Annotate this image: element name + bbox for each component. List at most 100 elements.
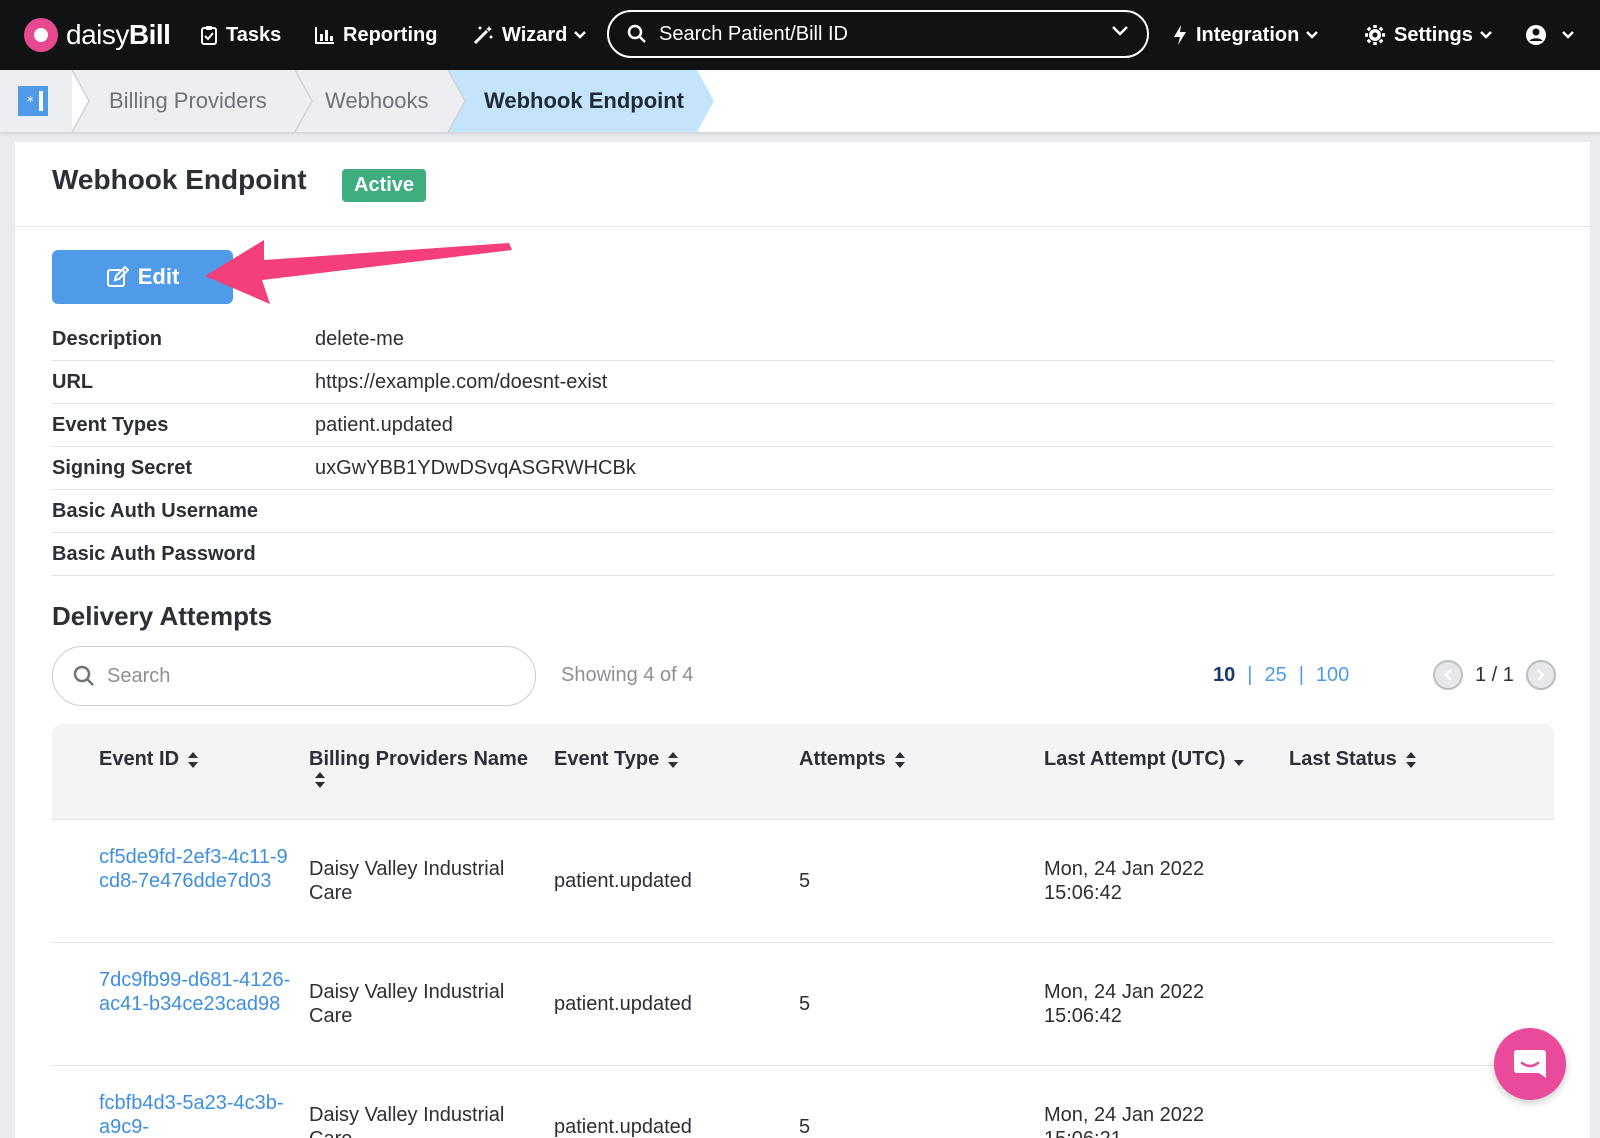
- nav-tasks-label: Tasks: [226, 23, 282, 46]
- showing-count: Showing 4 of 4: [561, 664, 694, 686]
- chevron-down-icon[interactable]: [1111, 25, 1129, 37]
- detail-row-signing-secret: Signing Secret uxGwYBB1YDwDSvqASGRWHCBk: [52, 447, 1554, 490]
- edit-button[interactable]: Edit: [52, 250, 233, 304]
- column-event-type[interactable]: Event Type: [554, 747, 679, 771]
- nav-tasks[interactable]: Tasks: [200, 0, 281, 70]
- nav-settings-label: Settings: [1394, 23, 1473, 46]
- chat-launcher-button[interactable]: [1494, 1028, 1566, 1100]
- user-menu[interactable]: [1525, 0, 1583, 70]
- event-type: patient.updated: [554, 993, 692, 1015]
- logo-suffix: Bill: [128, 19, 171, 50]
- table-row[interactable]: cf5de9fd-2ef3-4c11-9cd8-7e476dde7d03 Dai…: [52, 820, 1554, 943]
- delivery-search[interactable]: [52, 646, 536, 706]
- column-billing-providers-name[interactable]: Billing Providers Name: [309, 747, 539, 795]
- detail-label: Basic Auth Password: [52, 542, 256, 565]
- sort-icon: [188, 751, 199, 768]
- nav-reporting[interactable]: Reporting: [315, 0, 437, 70]
- magic-wand-icon: [473, 26, 493, 45]
- last-attempt: Mon, 24 Jan 2022 15:06:42: [1044, 858, 1205, 904]
- status-badge: Active: [342, 169, 427, 202]
- chevron-right-icon: [1537, 669, 1545, 681]
- detail-label: Description: [52, 327, 163, 350]
- detail-label: Event Types: [52, 413, 169, 436]
- gear-icon: [1365, 25, 1385, 45]
- search-icon: [627, 24, 646, 43]
- page-info: 1 / 1: [1475, 663, 1514, 686]
- column-label: Event ID: [99, 748, 180, 770]
- column-label: Billing Providers Name: [309, 748, 528, 770]
- column-last-status[interactable]: Last Status: [1289, 747, 1417, 771]
- breadcrumb-webhooks[interactable]: Webhooks: [325, 70, 429, 132]
- sort-icon: [1405, 751, 1416, 768]
- clipboard-check-icon: [201, 26, 217, 45]
- chevron-left-icon: [1444, 669, 1452, 681]
- column-label: Event Type: [554, 748, 660, 770]
- detail-value: patient.updated: [315, 413, 453, 436]
- detail-row-basic-auth-password: Basic Auth Password: [52, 533, 1554, 576]
- detail-label: URL: [52, 370, 94, 393]
- attempts: 5: [799, 993, 811, 1015]
- bar-chart-icon: [315, 27, 334, 44]
- logo-prefix: daisy: [66, 19, 129, 50]
- pagination: 1 / 1: [1433, 660, 1556, 690]
- detail-value: delete-me: [315, 327, 404, 350]
- patient-bill-search[interactable]: Search Patient/Bill ID: [607, 10, 1149, 58]
- attempts: 5: [799, 870, 811, 892]
- breadcrumb-billing-providers[interactable]: Billing Providers: [109, 70, 267, 132]
- header-divider: [15, 226, 1590, 227]
- user-circle-icon: [1526, 25, 1546, 45]
- delivery-search-input[interactable]: [107, 664, 487, 688]
- prev-page-button[interactable]: [1433, 660, 1463, 690]
- provider-name: Daisy Valley Industrial Care: [309, 1104, 505, 1138]
- detail-label: Basic Auth Username: [52, 499, 258, 522]
- page-size-100[interactable]: 100: [1316, 664, 1349, 687]
- search-icon: [73, 665, 94, 686]
- column-last-attempt[interactable]: Last Attempt (UTC): [1044, 747, 1245, 771]
- table-header: Event ID Billing Providers Name Event Ty…: [52, 724, 1554, 820]
- edit-button-label: Edit: [137, 264, 180, 289]
- column-label: Attempts: [799, 748, 886, 770]
- column-label: Last Status: [1289, 748, 1397, 770]
- daisybill-logo[interactable]: daisyBill: [24, 0, 171, 70]
- table-row[interactable]: 7dc9fb99-d681-4126-ac41-b34ce23cad98 Dai…: [52, 943, 1554, 1066]
- chevron-down-icon: [574, 31, 587, 39]
- delivery-attempts-title: Delivery Attempts: [52, 601, 273, 631]
- nav-reporting-label: Reporting: [343, 23, 438, 46]
- edit-icon: [106, 266, 130, 287]
- column-event-id[interactable]: Event ID: [99, 747, 199, 771]
- sort-icon: [894, 751, 905, 768]
- page-title: Webhook Endpoint: [52, 164, 307, 195]
- patient-bill-search-placeholder: Search Patient/Bill ID: [659, 22, 848, 45]
- chevron-down-icon: [1562, 31, 1574, 39]
- nav-settings[interactable]: Settings: [1364, 0, 1501, 70]
- page-size-10[interactable]: 10: [1213, 664, 1235, 687]
- provider-name: Daisy Valley Industrial Care: [309, 981, 505, 1027]
- sort-icon: [315, 772, 325, 788]
- detail-row-url: URL https://example.com/doesnt-exist: [52, 361, 1554, 404]
- event-type: patient.updated: [554, 870, 692, 892]
- nav-integration-label: Integration: [1196, 23, 1300, 46]
- page-size-25[interactable]: 25: [1264, 664, 1286, 687]
- delivery-attempts-table: Event ID Billing Providers Name Event Ty…: [52, 724, 1554, 1138]
- nav-integration[interactable]: Integration: [1172, 0, 1327, 70]
- top-nav: daisyBill Tasks Reporting Wizard Search …: [0, 0, 1600, 70]
- last-attempt: Mon, 24 Jan 2022 15:06:21: [1044, 1104, 1205, 1138]
- nav-wizard-label: Wizard: [502, 23, 568, 46]
- event-id-link[interactable]: 7dc9fb99-d681-4126-ac41-b34ce23cad98: [99, 968, 294, 1016]
- detail-row-basic-auth-username: Basic Auth Username: [52, 490, 1554, 533]
- event-id-link[interactable]: fcbfb4d3-5a23-4c3b-a9c9-: [99, 1091, 294, 1138]
- column-attempts[interactable]: Attempts: [799, 747, 906, 771]
- event-id-link[interactable]: cf5de9fd-2ef3-4c11-9cd8-7e476dde7d03: [99, 845, 294, 893]
- detail-value: https://example.com/doesnt-exist: [315, 370, 608, 393]
- detail-label: Signing Secret: [52, 456, 193, 479]
- nav-wizard[interactable]: Wizard: [472, 0, 595, 70]
- chat-icon: [1514, 1050, 1546, 1078]
- chevron-down-icon: [1306, 31, 1319, 39]
- event-type: patient.updated: [554, 1116, 692, 1138]
- chevron-down-icon: [1480, 31, 1492, 39]
- next-page-button[interactable]: [1525, 660, 1556, 690]
- table-row[interactable]: fcbfb4d3-5a23-4c3b-a9c9- Daisy Valley In…: [52, 1066, 1554, 1138]
- attempts: 5: [799, 1116, 811, 1138]
- main-card: Webhook Endpoint Active Edit Description…: [15, 142, 1590, 1138]
- sort-desc-icon: [1234, 759, 1245, 766]
